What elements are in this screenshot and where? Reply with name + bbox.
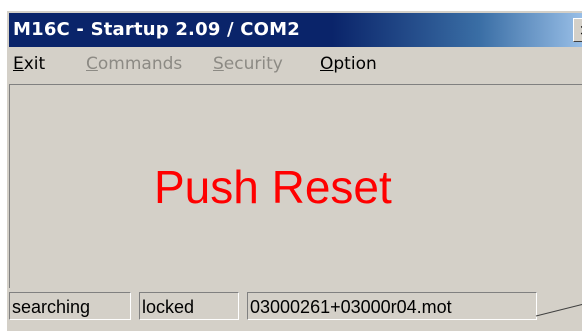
menu-commands[interactable]: Commands bbox=[86, 54, 182, 74]
menu-security[interactable]: Security bbox=[213, 54, 283, 74]
status-lock: locked bbox=[139, 292, 239, 320]
status-file: 03000261+03000r04.mot bbox=[247, 292, 537, 320]
size-grip-icon[interactable] bbox=[534, 298, 582, 318]
title-bar[interactable]: M16C - Startup 2.09 / COM2 × bbox=[9, 13, 582, 47]
window-title: M16C - Startup 2.09 / COM2 bbox=[13, 19, 301, 40]
menu-exit[interactable]: Exit bbox=[13, 54, 45, 74]
status-connection: searching bbox=[9, 292, 131, 320]
push-reset-message: Push Reset bbox=[154, 161, 392, 213]
main-panel: Push Reset bbox=[9, 84, 582, 288]
status-bar: searching locked 03000261+03000r04.mot bbox=[9, 290, 582, 323]
close-button[interactable]: × bbox=[573, 18, 582, 42]
menu-bar: Exit Commands Security Option bbox=[9, 49, 582, 81]
menu-option[interactable]: Option bbox=[320, 54, 377, 74]
app-window: M16C - Startup 2.09 / COM2 × Exit Comman… bbox=[6, 10, 582, 331]
